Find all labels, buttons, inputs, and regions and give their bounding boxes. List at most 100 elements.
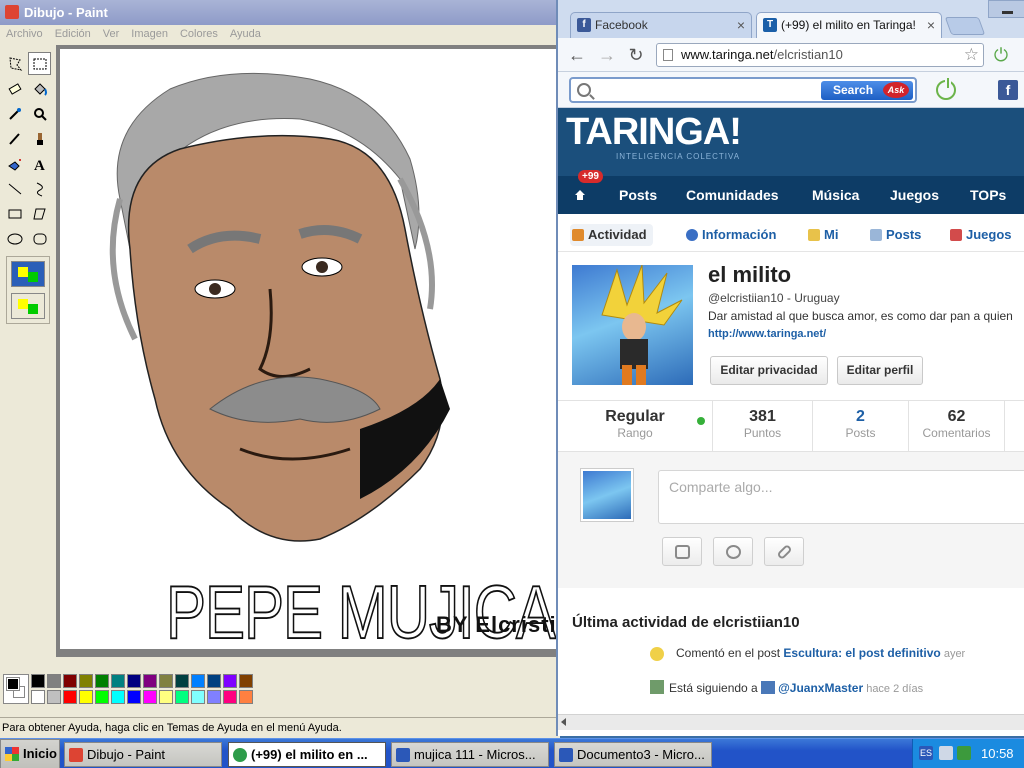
rounded-rectangle-tool[interactable] — [28, 227, 51, 250]
text-tool[interactable]: A — [28, 152, 51, 175]
line-tool[interactable] — [3, 177, 26, 200]
nav-musica[interactable]: Música — [812, 176, 859, 214]
color-swatch[interactable] — [239, 674, 253, 688]
color-swatch[interactable] — [223, 674, 237, 688]
attach-link-button[interactable] — [764, 537, 804, 566]
color-swatch[interactable] — [207, 690, 221, 704]
color-picker-tool[interactable] — [3, 102, 26, 125]
share-input[interactable]: Comparte algo... — [658, 470, 1024, 524]
airbrush-tool[interactable] — [3, 152, 26, 175]
color-swatch[interactable] — [175, 690, 189, 704]
color-swatch[interactable] — [159, 690, 173, 704]
color-swatch[interactable] — [111, 690, 125, 704]
menu-ayuda[interactable]: Ayuda — [224, 25, 267, 43]
profile-link[interactable]: http://www.taringa.net/ — [708, 328, 826, 340]
back-arrow-icon[interactable]: ← — [566, 44, 588, 66]
menu-ver[interactable]: Ver — [97, 25, 126, 43]
nav-posts[interactable]: Posts — [619, 176, 657, 214]
color-swatch[interactable] — [223, 690, 237, 704]
color-swatch[interactable] — [207, 674, 221, 688]
attach-photo-button[interactable] — [662, 537, 702, 566]
home-icon[interactable] — [574, 189, 586, 201]
tab-taringa[interactable]: T (+99) el milito en Taringa! × — [756, 12, 942, 38]
task-chrome[interactable]: (+99) el milito en ... — [228, 742, 386, 767]
stat-puntos[interactable]: 381 Puntos — [713, 401, 813, 453]
transparency-off-option[interactable] — [11, 261, 45, 287]
color-swatch[interactable] — [63, 690, 77, 704]
color-swatch[interactable] — [31, 674, 45, 688]
eraser-tool[interactable] — [3, 77, 26, 100]
nav-comunidades[interactable]: Comunidades — [686, 176, 779, 214]
tab-facebook[interactable]: f Facebook × — [570, 12, 752, 38]
color-swatch[interactable] — [159, 674, 173, 688]
activity-link[interactable]: @JuanxMaster — [778, 681, 863, 695]
new-tab-button[interactable] — [944, 17, 986, 35]
menu-edicion[interactable]: Edición — [49, 25, 97, 43]
free-select-tool[interactable] — [3, 52, 26, 75]
color-swatch[interactable] — [127, 674, 141, 688]
close-tab-icon[interactable]: × — [927, 13, 935, 37]
reload-icon[interactable]: ↻ — [625, 44, 647, 66]
power-icon[interactable] — [936, 78, 956, 100]
color-swatch[interactable] — [127, 690, 141, 704]
fill-tool[interactable] — [28, 77, 51, 100]
task-word-2[interactable]: Documento3 - Micro... — [554, 742, 712, 767]
color-swatch[interactable] — [95, 674, 109, 688]
ellipse-tool[interactable] — [3, 227, 26, 250]
color-swatch[interactable] — [191, 690, 205, 704]
forward-arrow-icon[interactable]: → — [596, 44, 618, 66]
transparency-on-option[interactable] — [11, 293, 45, 319]
rectangle-tool[interactable] — [3, 202, 26, 225]
task-word-1[interactable]: mujica 111 - Micros... — [391, 742, 549, 767]
ask-search-button[interactable]: Search Ask — [821, 81, 913, 100]
attach-video-button[interactable] — [713, 537, 753, 566]
edit-privacy-button[interactable]: Editar privacidad — [710, 356, 828, 385]
color-swatch[interactable] — [111, 674, 125, 688]
magnifier-tool[interactable] — [28, 102, 51, 125]
close-tab-icon[interactable]: × — [737, 13, 745, 37]
color-swatch[interactable] — [47, 690, 61, 704]
stat-posts[interactable]: 2 Posts — [813, 401, 909, 453]
bookmark-star-icon[interactable]: ☆ — [964, 45, 979, 65]
color-swatch[interactable] — [191, 674, 205, 688]
start-button[interactable]: Inicio — [0, 739, 60, 768]
color-swatch[interactable] — [95, 690, 109, 704]
color-swatch[interactable] — [63, 674, 77, 688]
facebook-icon[interactable]: f — [998, 80, 1018, 100]
drawing-canvas[interactable]: PEPE MUJICA BY Elcristiian — [60, 49, 560, 655]
activity-link[interactable]: Escultura: el post definitivo — [783, 646, 940, 660]
nav-juegos[interactable]: Juegos — [890, 176, 939, 214]
subnav-posts[interactable]: Posts — [868, 224, 921, 246]
address-bar[interactable]: www.taringa.net/elcristian10 ☆ — [656, 43, 984, 67]
menu-colores[interactable]: Colores — [174, 25, 224, 43]
menu-imagen[interactable]: Imagen — [125, 25, 174, 43]
minimize-button[interactable] — [988, 0, 1024, 18]
brush-tool[interactable] — [28, 127, 51, 150]
paint-title-bar[interactable]: Dibujo - Paint — [0, 0, 560, 25]
task-paint[interactable]: Dibujo - Paint — [64, 742, 222, 767]
avatar[interactable] — [572, 265, 693, 385]
extension-power-icon[interactable]: ⏻ — [990, 44, 1012, 66]
horizontal-scrollbar[interactable] — [558, 714, 1024, 730]
color-swatch[interactable] — [79, 674, 93, 688]
color-swatch[interactable] — [31, 690, 45, 704]
color-swatch[interactable] — [239, 690, 253, 704]
nav-tops[interactable]: TOPs — [970, 176, 1006, 214]
color-swatch[interactable] — [79, 690, 93, 704]
notification-badge[interactable]: +99 — [578, 170, 603, 183]
color-swatch[interactable] — [175, 674, 189, 688]
menu-archivo[interactable]: Archivo — [0, 25, 49, 43]
rect-select-tool[interactable] — [28, 52, 51, 75]
current-colors[interactable] — [3, 674, 29, 704]
subnav-juegos[interactable]: Juegos — [948, 224, 1012, 246]
ask-search-input[interactable]: Search Ask — [569, 77, 917, 103]
subnav-mi[interactable]: Mi — [806, 224, 838, 246]
pencil-tool[interactable] — [3, 127, 26, 150]
polygon-tool[interactable] — [28, 202, 51, 225]
scroll-left-icon[interactable] — [561, 718, 566, 726]
curve-tool[interactable] — [28, 177, 51, 200]
color-swatch[interactable] — [47, 674, 61, 688]
language-indicator[interactable]: ES — [919, 746, 933, 760]
edit-profile-button[interactable]: Editar perfil — [837, 356, 923, 385]
subnav-actividad[interactable]: Actividad — [570, 224, 653, 246]
